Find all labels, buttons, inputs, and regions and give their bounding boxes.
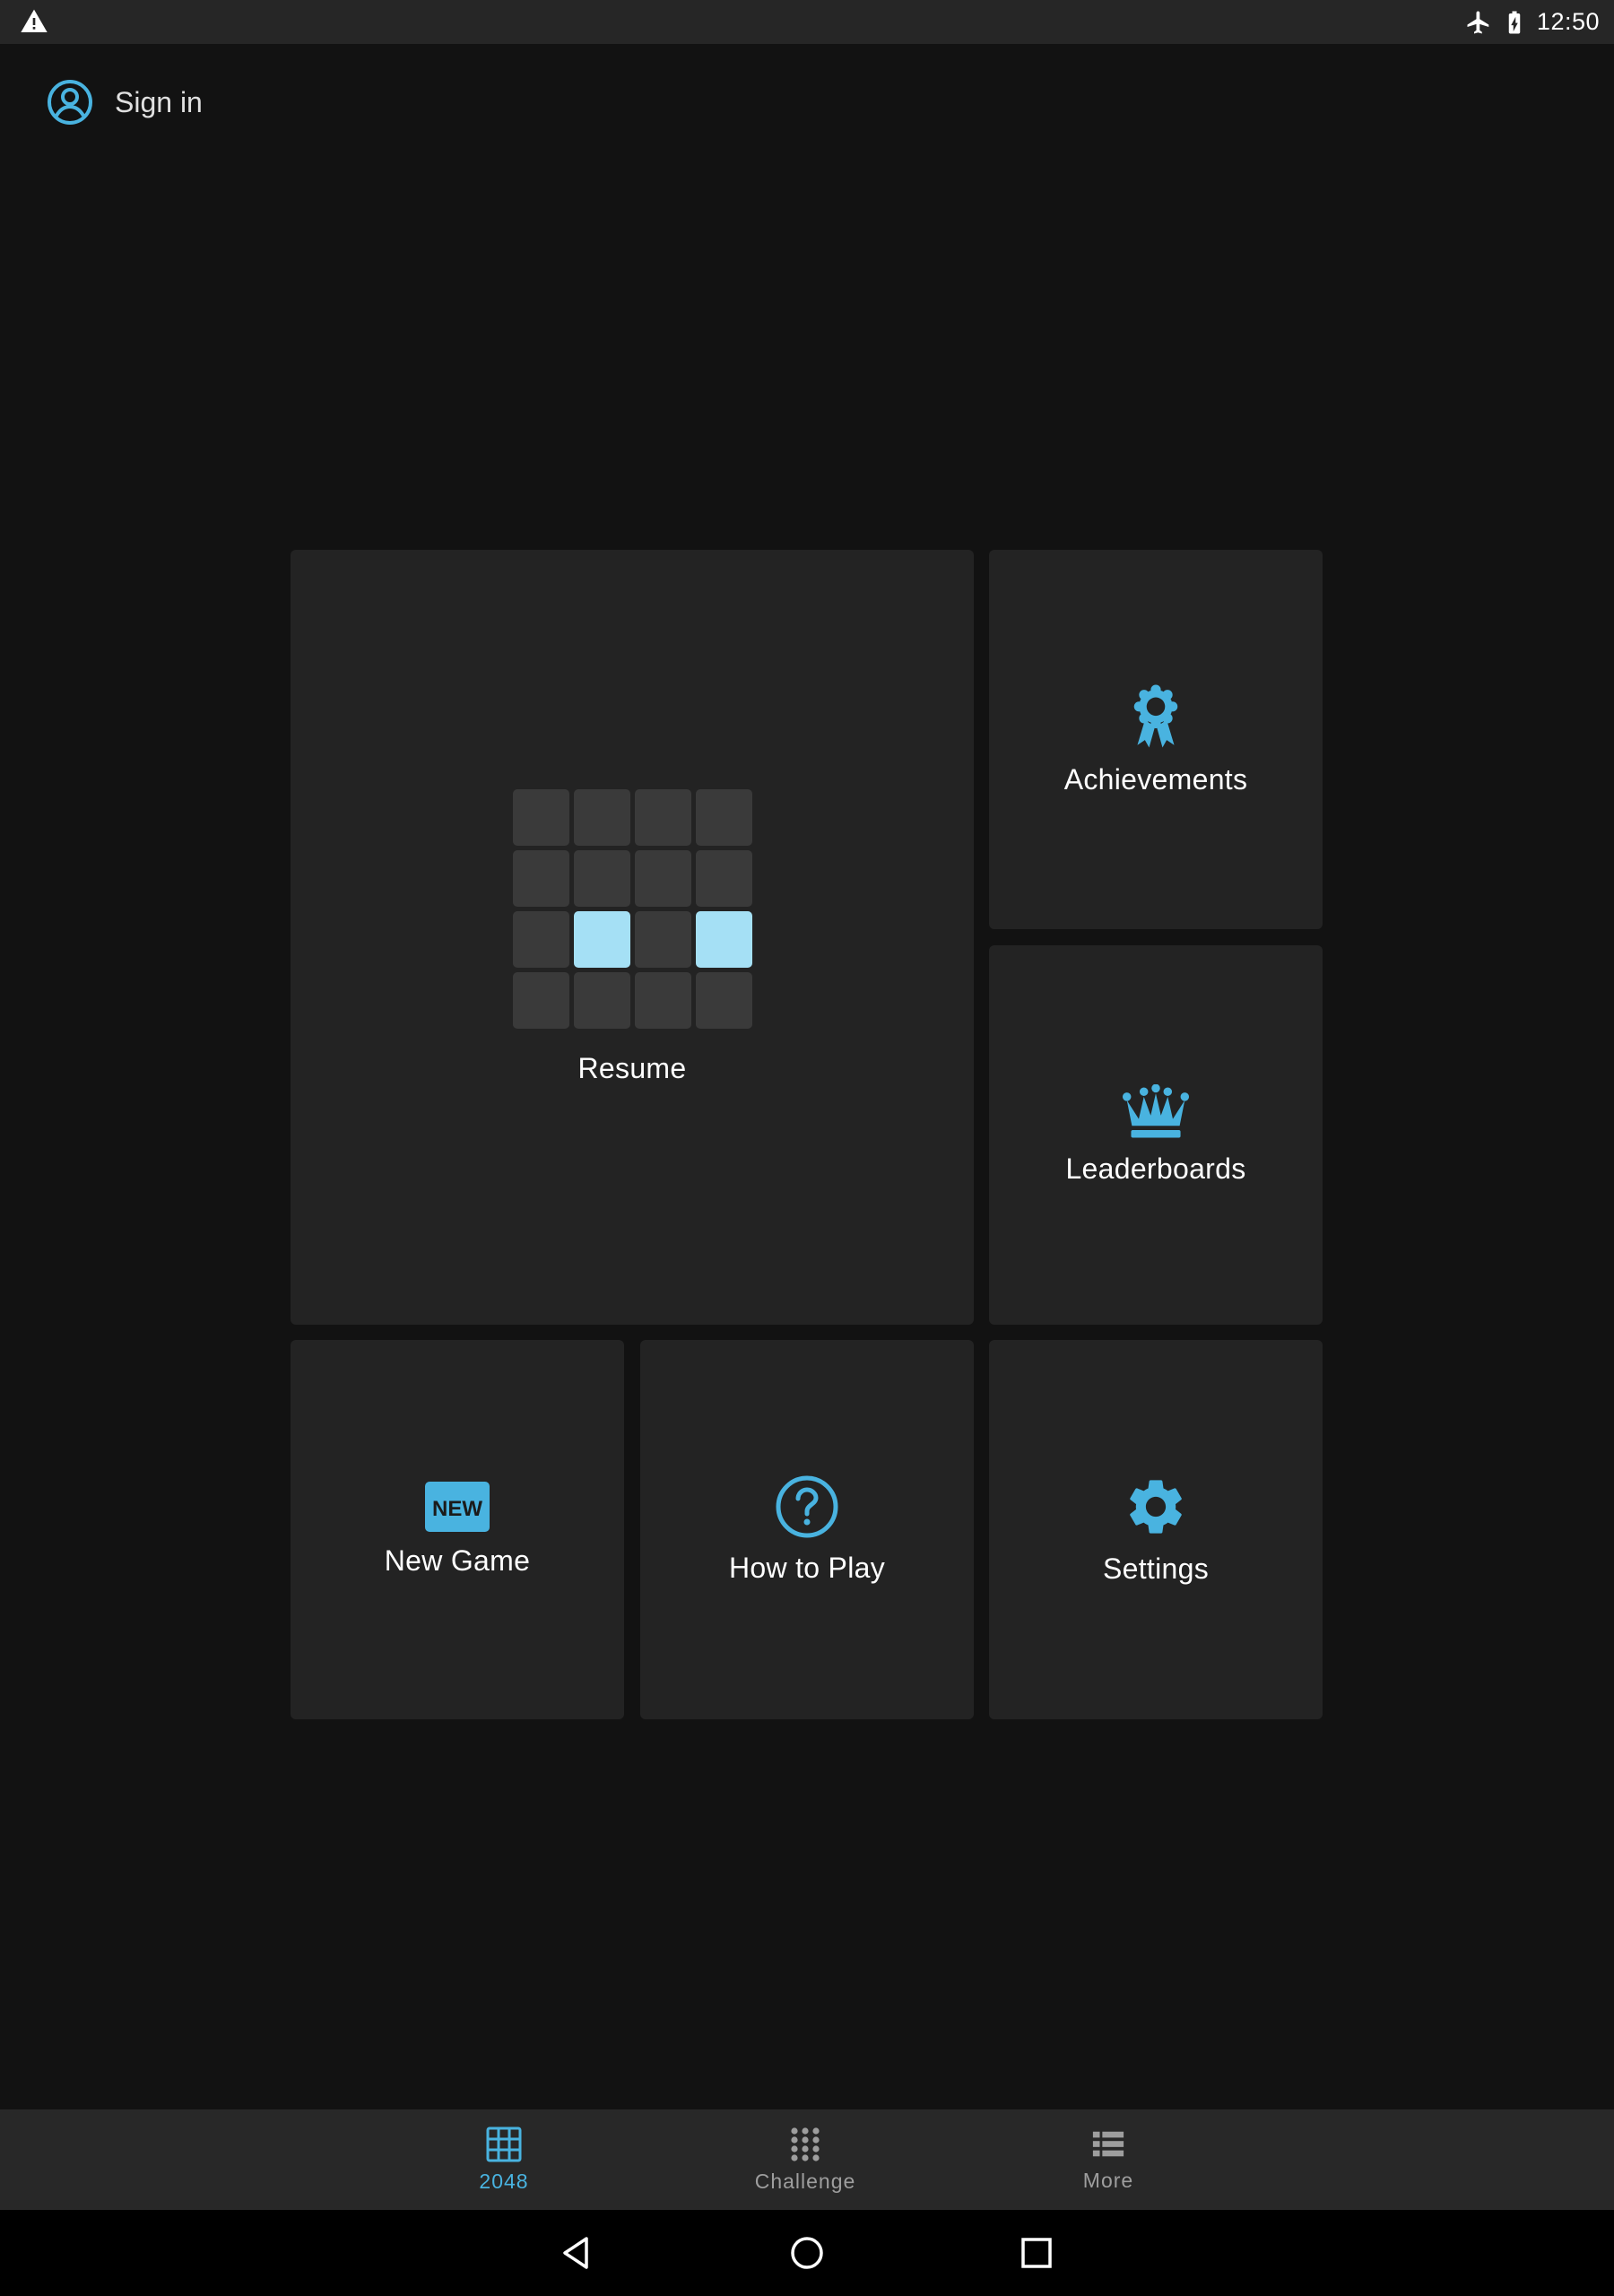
home-icon[interactable] — [787, 2233, 827, 2273]
board-cell-empty — [634, 911, 691, 968]
board-cell-empty — [573, 789, 630, 846]
sign-in-label: Sign in — [115, 85, 203, 118]
settings-label: Settings — [1102, 1552, 1210, 1585]
gear-icon — [1130, 1480, 1182, 1534]
nav-label-more: More — [1082, 2168, 1134, 2192]
board-cell-empty — [634, 972, 691, 1029]
how-to-play-tile[interactable]: How to Play — [640, 1340, 974, 1719]
award-ribbon-icon — [1133, 684, 1178, 748]
board-cell-empty — [512, 850, 569, 907]
board-cell-filled — [695, 911, 752, 968]
dots-grid-icon — [791, 2126, 820, 2161]
board-cell-empty — [695, 789, 752, 846]
help-circle-icon — [776, 1475, 838, 1538]
bottom-navigation: 2048 Challenge More — [0, 2109, 1614, 2210]
new-game-tile[interactable]: NEW New Game — [291, 1340, 624, 1719]
board-cell-empty — [573, 850, 630, 907]
board-cell-empty — [512, 789, 569, 846]
nav-tab-2048[interactable]: 2048 — [414, 2109, 594, 2210]
sign-in-button[interactable]: Sign in — [47, 75, 203, 129]
nav-tab-more[interactable]: More — [1019, 2109, 1198, 2210]
resume-label: Resume — [577, 1052, 687, 1084]
back-icon[interactable] — [558, 2233, 597, 2273]
battery-charging-icon — [1508, 11, 1521, 33]
status-bar: 12:50 — [0, 0, 1614, 44]
game-board-preview — [512, 789, 752, 1029]
nav-label-challenge: Challenge — [754, 2169, 856, 2193]
board-cell-filled — [573, 911, 630, 968]
resume-tile[interactable]: Resume — [291, 550, 974, 1325]
airplane-mode-icon — [1467, 11, 1489, 33]
achievements-tile[interactable]: Achievements — [989, 550, 1323, 929]
new-badge-icon: NEW — [425, 1482, 490, 1532]
system-navigation-bar — [0, 2210, 1614, 2296]
list-icon — [1092, 2131, 1124, 2156]
recent-apps-icon[interactable] — [1017, 2233, 1056, 2273]
warning-icon — [21, 9, 48, 32]
board-cell-empty — [695, 850, 752, 907]
how-to-play-label: How to Play — [728, 1552, 886, 1584]
new-badge-text: NEW — [432, 1497, 482, 1521]
board-cell-empty — [634, 850, 691, 907]
grid-icon — [486, 2126, 522, 2161]
leaderboards-label: Leaderboards — [1065, 1152, 1246, 1185]
account-circle-icon — [48, 80, 92, 125]
nav-tab-challenge[interactable]: Challenge — [716, 2109, 895, 2210]
new-game-label: New Game — [384, 1544, 531, 1577]
leaderboards-tile[interactable]: Leaderboards — [989, 945, 1323, 1325]
board-cell-empty — [695, 972, 752, 1029]
status-time: 12:50 — [1536, 8, 1600, 35]
board-cell-empty — [512, 911, 569, 968]
board-cell-empty — [573, 972, 630, 1029]
status-right: 12:50 — [1465, 0, 1600, 44]
achievements-label: Achievements — [1063, 763, 1248, 796]
nav-label-2048: 2048 — [479, 2169, 529, 2193]
settings-tile[interactable]: Settings — [989, 1340, 1323, 1719]
board-cell-empty — [634, 789, 691, 846]
app-screen: 12:50 Sign in Resume Achievements Leader… — [0, 0, 1614, 2296]
board-cell-empty — [512, 972, 569, 1029]
crown-icon — [1122, 1084, 1190, 1138]
